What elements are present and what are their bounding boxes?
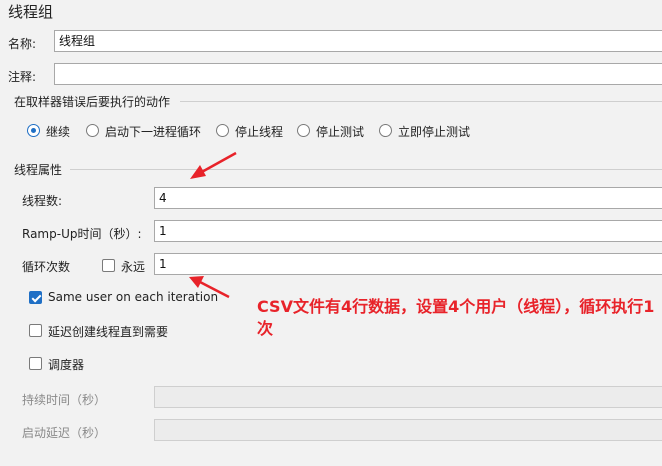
arrow-to-threads	[190, 151, 237, 179]
arrow-to-loop-count	[189, 276, 230, 299]
annotation-text: CSV文件有4行数据，设置4个用户（线程），循环执行1次	[257, 297, 655, 338]
annotation-arrows	[189, 151, 237, 299]
